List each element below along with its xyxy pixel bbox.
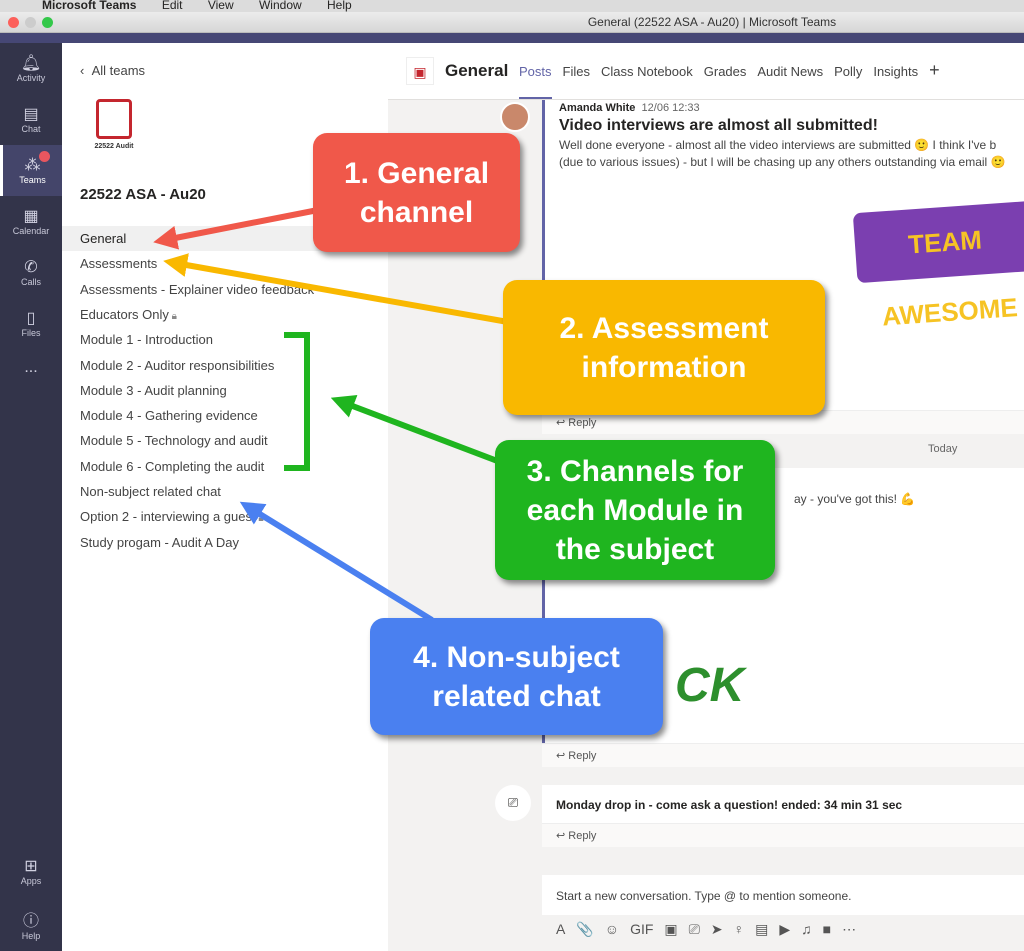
module-bracket (284, 332, 310, 471)
callout-module-channels: 3. Channels for each Module in the subje… (495, 440, 775, 580)
callout-non-subject-chat: 4. Non-subject related chat (370, 618, 663, 735)
arrow-modules (330, 395, 502, 465)
callout-general-channel: 1. General channel (313, 133, 520, 252)
arrow-non-subject (239, 501, 434, 623)
arrow-assessments (163, 253, 509, 325)
arrow-general (153, 207, 319, 250)
callout-assessment-information: 2. Assessment information (503, 280, 825, 415)
